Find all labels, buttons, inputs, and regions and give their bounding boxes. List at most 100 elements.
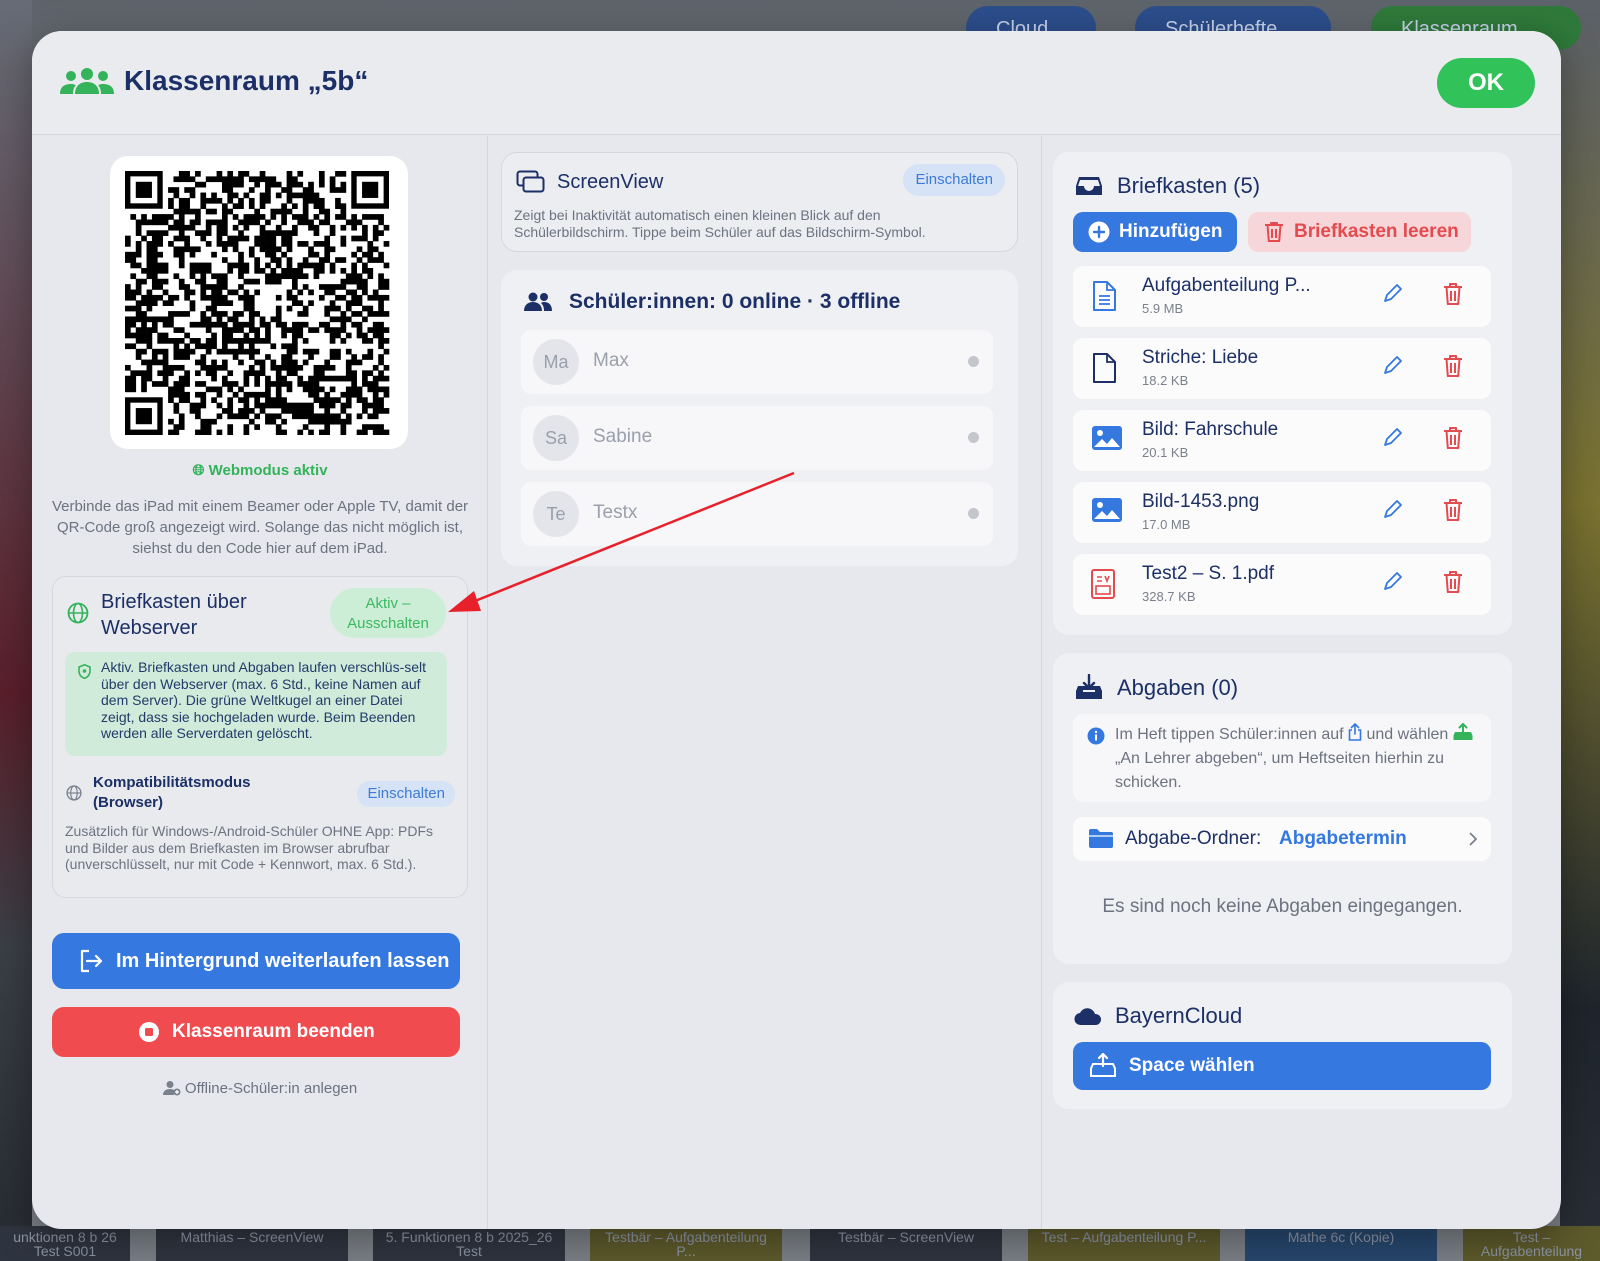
- webserver-toggle[interactable]: Aktiv – Ausschalten: [330, 588, 446, 638]
- student-name: Max: [593, 350, 629, 371]
- background-tile: Test – Aufgabenteilung P...: [1028, 1226, 1220, 1261]
- pencil-icon[interactable]: [1381, 427, 1403, 454]
- compat-mode-title: Kompatibilitätsmodus (Browser): [93, 774, 251, 811]
- pencil-icon[interactable]: [1381, 283, 1403, 310]
- file-size: 328.7 KB: [1142, 589, 1196, 604]
- clear-briefkasten-label: Briefkasten leeren: [1294, 221, 1459, 242]
- trash-icon[interactable]: [1443, 426, 1463, 455]
- background-tile: Testbär – ScreenView: [810, 1226, 1002, 1261]
- offline-status-dot: [968, 508, 979, 519]
- run-in-background-label: Im Hintergrund weiterlaufen lassen: [116, 950, 450, 972]
- webserver-info-text: Aktiv. Briefkasten und Abgaben laufen ve…: [101, 659, 427, 741]
- webserver-info: Aktiv. Briefkasten und Abgaben laufen ve…: [65, 652, 447, 756]
- classroom-modal: Klassenraum „5b“ OK 🌐︎ Webmodus aktiv Ve…: [32, 31, 1561, 1229]
- chevron-right-icon: [1469, 832, 1477, 846]
- abgaben-info-part3: „An Lehrer abgeben“, um Heftseiten hierh…: [1115, 750, 1445, 791]
- file-name: Bild: Fahrschule: [1142, 419, 1279, 440]
- add-offline-student-link[interactable]: Offline-Schüler:in anlegen: [32, 1080, 488, 1097]
- globe-icon: [67, 602, 89, 624]
- add-button[interactable]: Hinzufügen: [1073, 212, 1237, 252]
- students-heading: Schüler:innen: 0 online · 3 offline: [569, 290, 901, 313]
- abgaben-info-part2: und wählen: [1366, 726, 1449, 743]
- tray-icon: [1076, 177, 1102, 195]
- file-row[interactable]: Bild-1453.png 17.0 MB: [1073, 482, 1491, 543]
- avatar: Ma: [533, 339, 579, 385]
- trash-icon[interactable]: [1443, 498, 1463, 527]
- add-offline-student-label: Offline-Schüler:in anlegen: [184, 1080, 358, 1097]
- webmode-status: 🌐︎ Webmodus aktiv: [32, 462, 488, 479]
- student-row[interactable]: Ma Max: [521, 330, 993, 394]
- pencil-icon[interactable]: [1381, 499, 1403, 526]
- abgaben-title: Abgaben (0): [1117, 675, 1239, 700]
- share-icon: [1348, 722, 1362, 741]
- trash-icon[interactable]: [1443, 282, 1463, 311]
- tray-upload-icon: [1453, 722, 1473, 740]
- trash-icon: [1265, 222, 1283, 242]
- globe-icon: [66, 785, 82, 801]
- webserver-title: Briefkasten über Webserver: [101, 591, 247, 639]
- info-icon: [1087, 727, 1105, 745]
- file-row[interactable]: Striche: Liebe 18.2 KB: [1073, 338, 1491, 399]
- folder-icon: [1089, 829, 1113, 848]
- file-row[interactable]: Bild: Fahrschule 20.1 KB: [1073, 410, 1491, 471]
- trash-icon[interactable]: [1443, 354, 1463, 383]
- compat-mode-text: Zusätzlich für Windows-/Android-Schüler …: [65, 823, 434, 872]
- exit-icon: [80, 949, 103, 973]
- file-row[interactable]: Aufgabenteilung P... 5.9 MB: [1073, 266, 1491, 327]
- file-size: 17.0 MB: [1142, 517, 1191, 532]
- student-row[interactable]: Sa Sabine: [521, 406, 993, 470]
- file-row[interactable]: Test2 – S. 1.pdf 328.7 KB: [1073, 554, 1491, 615]
- ok-button[interactable]: OK: [1437, 58, 1535, 108]
- abgabe-folder-row[interactable]: Abgabe-Ordner: Abgabetermin: [1073, 817, 1491, 861]
- clear-briefkasten-button[interactable]: Briefkasten leeren: [1248, 212, 1471, 252]
- qr-code: [110, 156, 408, 449]
- offline-status-dot: [968, 356, 979, 367]
- student-name: Testx: [593, 502, 638, 523]
- pencil-icon[interactable]: [1381, 355, 1403, 382]
- middle-column: ScreenView Einschalten Zeigt bei Inaktiv…: [489, 136, 1042, 1229]
- abgabe-folder-label: Abgabe-Ordner:: [1125, 828, 1262, 849]
- trash-icon[interactable]: [1443, 570, 1463, 599]
- globe-icon: 🌐︎: [192, 462, 205, 479]
- image-icon: [1091, 425, 1123, 456]
- background-tile: 5. Funktionen 8 b 2025_26 Test: [373, 1226, 565, 1261]
- pencil-icon[interactable]: [1381, 571, 1403, 598]
- webserver-panel: Briefkasten über Webserver Aktiv – Aussc…: [52, 576, 468, 898]
- screenview-toggle[interactable]: Einschalten: [903, 164, 1005, 196]
- abgabe-folder-value: Abgabetermin: [1279, 828, 1407, 849]
- document-lines-icon: [1091, 281, 1117, 316]
- abgaben-card: Abgaben (0) Im Heft tippen Schüler:innen…: [1053, 653, 1512, 964]
- modal-header: Klassenraum „5b“ OK: [32, 31, 1561, 135]
- shield-icon: [78, 664, 91, 679]
- avatar: Te: [533, 491, 579, 537]
- file-name: Bild-1453.png: [1142, 491, 1260, 512]
- abgaben-info: Im Heft tippen Schüler:innen auf und wäh…: [1073, 714, 1491, 802]
- people-icon: [524, 292, 552, 311]
- run-in-background-button[interactable]: Im Hintergrund weiterlaufen lassen: [52, 933, 460, 989]
- screenview-card: ScreenView Einschalten Zeigt bei Inaktiv…: [501, 152, 1018, 252]
- beamer-hint: Verbinde das iPad mit einem Beamer oder …: [51, 498, 469, 557]
- add-label: Hinzufügen: [1119, 221, 1223, 242]
- people-icon: [60, 68, 114, 94]
- file-name: Aufgabenteilung P...: [1142, 275, 1311, 296]
- tray-upload-icon: [1076, 674, 1102, 699]
- end-classroom-button[interactable]: Klassenraum beenden: [52, 1007, 460, 1057]
- screenview-title: ScreenView: [557, 171, 664, 193]
- right-column: Briefkasten (5) Hinzufügen Briefkasten l…: [1043, 136, 1561, 1229]
- bayerncloud-title: BayernCloud: [1115, 1003, 1243, 1028]
- compat-mode-toggle[interactable]: Einschalten: [357, 781, 455, 807]
- stop-icon: [139, 1022, 159, 1042]
- left-column: 🌐︎ Webmodus aktiv Verbinde das iPad mit …: [32, 136, 488, 1229]
- image-icon: [1091, 497, 1123, 528]
- background-left-strip: [0, 0, 32, 1261]
- file-size: 18.2 KB: [1142, 373, 1189, 388]
- briefkasten-title: Briefkasten (5): [1117, 173, 1261, 198]
- background-tile: Mathe 6c (Kopie): [1245, 1226, 1437, 1261]
- briefkasten-card: Briefkasten (5) Hinzufügen Briefkasten l…: [1053, 152, 1512, 635]
- modal-title: Klassenraum „5b“: [124, 65, 369, 96]
- tray-upload-icon: [1090, 1053, 1116, 1077]
- choose-space-button[interactable]: Space wählen: [1073, 1042, 1491, 1090]
- background-tile: unktionen 8 b 26 Test S001: [0, 1226, 130, 1261]
- student-row[interactable]: Te Testx: [521, 482, 993, 546]
- file-name: Test2 – S. 1.pdf: [1142, 563, 1275, 584]
